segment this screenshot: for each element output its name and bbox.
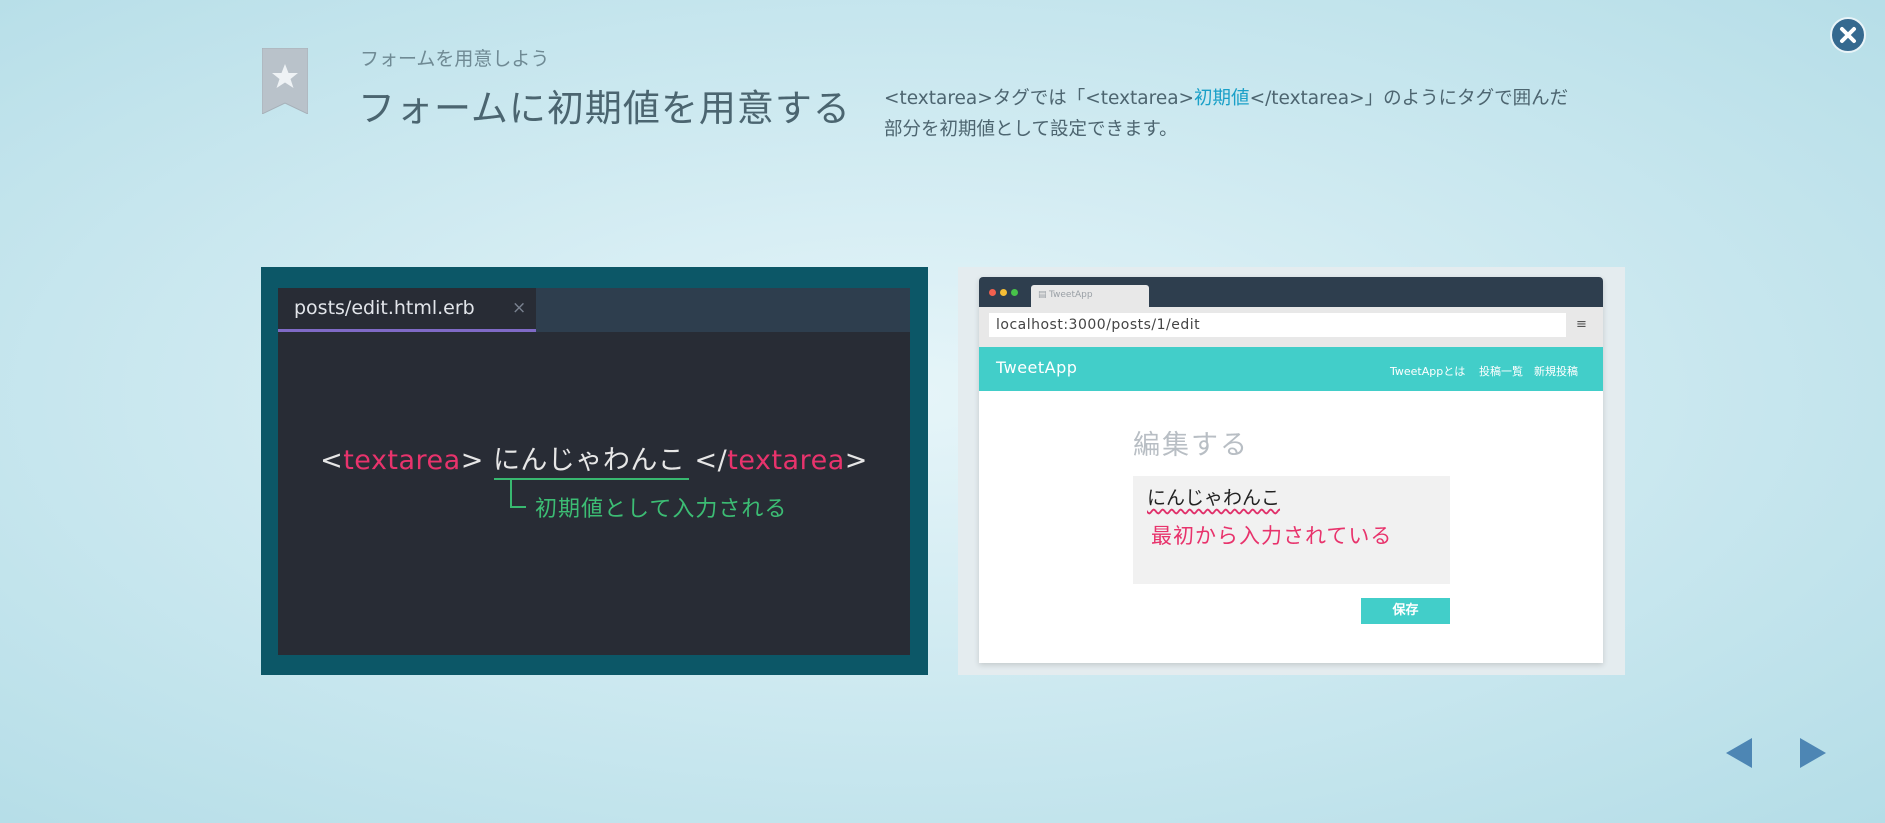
code-close-bracket: > bbox=[460, 445, 484, 476]
page-icon: ▤ bbox=[1038, 290, 1047, 300]
code-editor: posts/edit.html.erb × <textarea> にんじゃわんこ… bbox=[278, 288, 910, 655]
bookmark-star-icon bbox=[261, 47, 309, 115]
code-open-bracket: < bbox=[320, 445, 344, 476]
browser-tab-label: TweetApp bbox=[1049, 290, 1093, 300]
editor-tab-label: posts/edit.html.erb bbox=[294, 297, 475, 319]
nav-link-posts[interactable]: 投稿一覧 bbox=[1479, 363, 1523, 379]
lesson-subtitle: フォームを用意しよう bbox=[360, 48, 550, 70]
code-end-close: > bbox=[844, 445, 868, 476]
window-maximize-dot[interactable] bbox=[1011, 289, 1018, 296]
editor-tab-file[interactable]: posts/edit.html.erb × bbox=[278, 288, 536, 332]
code-value: にんじゃわんこ bbox=[492, 445, 686, 476]
post-textarea[interactable]: にんじゃわんこ 最初から入力されている bbox=[1133, 476, 1450, 584]
url-input[interactable]: localhost:3000/posts/1/edit bbox=[989, 313, 1566, 337]
lesson-title: フォームに初期値を用意する bbox=[358, 87, 851, 130]
next-button[interactable] bbox=[1798, 736, 1828, 774]
window-minimize-dot[interactable] bbox=[1000, 289, 1007, 296]
code-end-open: </ bbox=[694, 445, 728, 476]
url-text: localhost:3000/posts/1/edit bbox=[996, 317, 1201, 333]
close-icon bbox=[1840, 27, 1856, 43]
prev-button[interactable] bbox=[1724, 736, 1754, 774]
nav-link-new-post[interactable]: 新規投稿 bbox=[1534, 363, 1578, 379]
app-brand[interactable]: TweetApp bbox=[996, 358, 1077, 377]
code-editor-panel: posts/edit.html.erb × <textarea> にんじゃわんこ… bbox=[261, 267, 928, 675]
textarea-annotation: 最初から入力されている bbox=[1151, 524, 1393, 548]
browser-window: ▤ TweetApp localhost:3000/posts/1/edit ≡… bbox=[979, 277, 1603, 663]
app-header: TweetApp TweetAppとは 投稿一覧 新規投稿 bbox=[979, 347, 1603, 391]
code-tag-open: textarea bbox=[343, 445, 461, 476]
arrow-left-icon bbox=[1726, 738, 1752, 768]
code-tag-close: textarea bbox=[727, 445, 845, 476]
textarea-value: にんじゃわんこ bbox=[1147, 487, 1281, 509]
description-text-1: <textarea>タグでは「<textarea> bbox=[884, 88, 1195, 109]
arrow-right-icon bbox=[1800, 738, 1826, 768]
nav-link-about[interactable]: TweetAppとは bbox=[1390, 363, 1465, 379]
code-note: 初期値として入力される bbox=[535, 497, 788, 522]
address-bar: localhost:3000/posts/1/edit ≡ bbox=[979, 307, 1603, 347]
browser-tab[interactable]: ▤ TweetApp bbox=[1031, 285, 1149, 307]
menu-icon[interactable]: ≡ bbox=[1576, 317, 1587, 332]
browser-titlebar: ▤ TweetApp bbox=[979, 277, 1603, 307]
lesson-description: <textarea>タグでは「<textarea>初期値</textarea>」… bbox=[884, 83, 1584, 145]
code-line: <textarea> にんじゃわんこ </textarea> bbox=[278, 438, 910, 477]
editor-tab-close-icon[interactable]: × bbox=[512, 298, 526, 318]
editor-tab-bar: posts/edit.html.erb × bbox=[278, 288, 910, 332]
save-button[interactable]: 保存 bbox=[1361, 598, 1450, 624]
edit-page-title: 編集する bbox=[1133, 430, 1249, 461]
window-close-dot[interactable] bbox=[989, 289, 996, 296]
browser-preview-panel: ▤ TweetApp localhost:3000/posts/1/edit ≡… bbox=[958, 267, 1625, 675]
code-note-connector bbox=[510, 480, 526, 508]
description-highlight: 初期値 bbox=[1194, 88, 1250, 109]
close-button[interactable] bbox=[1830, 17, 1866, 53]
